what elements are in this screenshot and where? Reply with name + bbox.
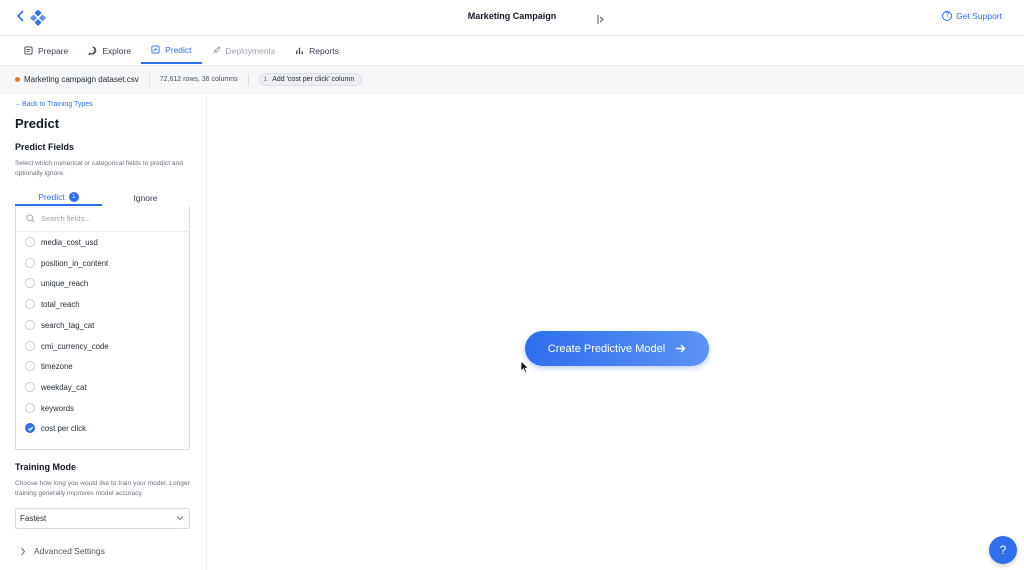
field-label: cmi_currency_code (41, 341, 109, 351)
arrow-right-icon (676, 344, 686, 353)
tab-deployments-label: Deployments (225, 45, 276, 56)
explore-icon (88, 46, 97, 55)
field-label: media_cost_usd (41, 237, 98, 247)
subtab-ignore-label: Ignore (133, 192, 158, 203)
field-label: weekday_cat (41, 382, 87, 392)
tab-explore-label: Explore (102, 45, 132, 56)
field-label: unique_reach (41, 278, 89, 288)
tab-prepare-label: Prepare (38, 45, 69, 56)
top-bar: Marketing Campaign ? Get Support (0, 0, 1024, 36)
predict-fields-heading: Predict Fields (15, 142, 75, 152)
get-support-label: Get Support (956, 11, 1002, 21)
field-list: media_cost_usd position_in_content uniqu… (15, 206, 190, 450)
rocket-icon (213, 46, 221, 54)
field-option-selected[interactable]: cost per click (25, 421, 86, 435)
field-option[interactable]: cmi_currency_code (25, 339, 109, 353)
field-search (16, 206, 189, 232)
field-option[interactable]: keywords (25, 401, 74, 415)
dataset-name[interactable]: Marketing campaign dataset.csv (24, 75, 139, 84)
tab-reports-label: Reports (309, 45, 339, 56)
subtab-ignore[interactable]: Ignore (102, 189, 189, 206)
radio-button[interactable] (25, 403, 35, 413)
app-title: Marketing Campaign (467, 11, 557, 21)
field-option[interactable]: timezone (25, 359, 73, 373)
subtab-predict-label: Predict (38, 191, 65, 202)
step-number: 1 (263, 76, 268, 83)
prepare-icon (24, 46, 33, 55)
radio-button[interactable] (25, 382, 35, 392)
divider (247, 73, 249, 86)
dataset-meta: 72,612 rows, 36 columns (159, 76, 238, 83)
create-predictive-model-button[interactable]: Create Predictive Model (525, 331, 709, 366)
training-mode-description: Choose how long you would like to train … (15, 480, 190, 497)
help-circle-icon: ? (942, 11, 953, 21)
panel-title: Predict (15, 116, 60, 131)
training-mode-value: Fastest (20, 514, 47, 523)
field-label: position_in_content (41, 258, 109, 268)
predict-count-badge: 1 (68, 191, 79, 202)
help-button[interactable]: ? (989, 536, 1017, 564)
field-option[interactable]: position_in_content (25, 256, 108, 270)
transform-step-chip[interactable]: 1 Add 'cost per click' column (258, 73, 363, 86)
radio-button[interactable] (25, 341, 35, 351)
field-label: cost per click (41, 423, 87, 433)
field-label: total_reach (41, 299, 80, 309)
chevron-down-icon (176, 516, 184, 521)
search-icon (26, 214, 35, 223)
radio-button[interactable] (25, 237, 35, 247)
search-fields-input[interactable] (41, 214, 181, 223)
check-icon (27, 426, 33, 431)
field-option[interactable]: total_reach (25, 297, 80, 311)
bar-chart-icon (296, 47, 303, 55)
field-option[interactable]: unique_reach (25, 276, 88, 290)
tab-prepare[interactable]: Prepare (14, 37, 78, 64)
tab-predict[interactable]: Predict (141, 37, 202, 64)
get-support-link[interactable]: ? Get Support (942, 11, 1002, 21)
create-model-label: Create Predictive Model (547, 342, 666, 355)
advanced-settings-toggle[interactable]: Advanced Settings (20, 546, 105, 556)
radio-button[interactable] (25, 320, 35, 330)
tab-reports[interactable]: Reports (285, 37, 349, 64)
chevron-right-icon (21, 547, 26, 555)
tab-explore[interactable]: Explore (78, 37, 141, 64)
field-label: timezone (41, 361, 73, 371)
training-mode-select[interactable]: Fastest (15, 508, 190, 529)
predict-fields-description: Select which numerical or categorical fi… (15, 160, 183, 177)
advanced-settings-label: Advanced Settings (34, 546, 105, 556)
field-option[interactable]: search_tag_cat (25, 318, 94, 332)
training-mode-heading: Training Mode (15, 462, 77, 472)
radio-button[interactable] (25, 299, 35, 309)
radio-button[interactable] (25, 258, 35, 268)
step-label: Add 'cost per click' column (272, 76, 355, 83)
radio-button-checked[interactable] (25, 423, 35, 433)
field-option[interactable]: media_cost_usd (25, 235, 98, 249)
dataset-bar: Marketing campaign dataset.csv 72,612 ro… (0, 65, 1024, 94)
dataset-status-dot (15, 77, 20, 82)
predict-config-panel: ←Back to Training Types Predict Predict … (0, 95, 207, 570)
radio-button[interactable] (25, 361, 35, 371)
tab-deployments[interactable]: Deployments (202, 37, 286, 64)
collapse-panel-icon[interactable] (596, 12, 606, 24)
predict-icon (151, 45, 160, 54)
radio-button[interactable] (25, 278, 35, 288)
field-subtabs: Predict 1 Ignore (15, 189, 189, 206)
subtab-predict[interactable]: Predict 1 (15, 189, 102, 206)
back-to-training-types-link[interactable]: ←Back to Training Types (15, 101, 93, 108)
mouse-cursor-icon (520, 360, 530, 374)
field-label: keywords (41, 403, 74, 413)
tab-predict-label: Predict (165, 44, 192, 55)
main-nav: Prepare Explore Predict Deployments Repo… (14, 37, 349, 64)
field-option[interactable]: weekday_cat (25, 380, 87, 394)
field-label: search_tag_cat (41, 320, 95, 330)
divider (148, 73, 150, 86)
